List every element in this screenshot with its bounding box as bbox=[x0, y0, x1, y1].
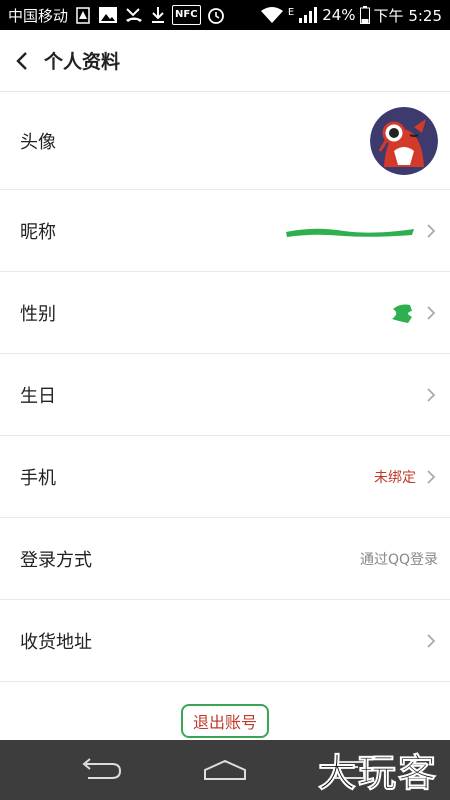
row-shipping-address[interactable]: 收货地址 bbox=[0, 600, 450, 682]
download-icon bbox=[150, 5, 166, 25]
redacted-nickname bbox=[286, 228, 414, 237]
network-type: E bbox=[287, 6, 295, 18]
back-nav-icon[interactable] bbox=[70, 754, 130, 786]
alarm-icon bbox=[207, 5, 225, 25]
row-phone[interactable]: 手机 未绑定 bbox=[0, 436, 450, 518]
row-label: 性别 bbox=[20, 303, 56, 325]
row-label: 手机 bbox=[20, 467, 56, 489]
page-title: 个人资料 bbox=[44, 51, 121, 73]
nfc-icon: NFC bbox=[172, 5, 201, 25]
chevron-right-icon bbox=[427, 633, 436, 648]
login-method-value: 通过QQ登录 bbox=[359, 551, 438, 568]
profile-list: 头像 昵称 性别 生日 手机 未绑定 登录方式 通过QQ登录 收货地址 bbox=[0, 92, 450, 682]
chevron-right-icon bbox=[427, 469, 436, 484]
row-gender[interactable]: 性别 bbox=[0, 272, 450, 354]
row-login-method: 登录方式 通过QQ登录 bbox=[0, 518, 450, 600]
header-bar: 个人资料 bbox=[0, 30, 450, 92]
signal-icon bbox=[298, 5, 318, 25]
row-label: 登录方式 bbox=[20, 549, 92, 571]
home-nav-icon[interactable] bbox=[195, 754, 255, 786]
redacted-gender bbox=[392, 304, 412, 323]
row-birthday[interactable]: 生日 bbox=[0, 354, 450, 436]
row-label: 收货地址 bbox=[20, 631, 92, 653]
chevron-right-icon bbox=[427, 305, 436, 320]
row-label: 昵称 bbox=[20, 221, 56, 243]
chevron-right-icon bbox=[427, 223, 436, 238]
phone-status: 未绑定 bbox=[374, 469, 416, 486]
watermark-logo: 大玩客 bbox=[317, 750, 438, 796]
row-nickname[interactable]: 昵称 bbox=[0, 190, 450, 272]
system-nav-bar: 大玩客 bbox=[0, 740, 450, 800]
battery-percent: 24% bbox=[322, 6, 356, 24]
warning-icon bbox=[74, 5, 92, 25]
clock-time: 下午 5:25 bbox=[373, 6, 442, 25]
wifi-icon bbox=[260, 5, 284, 25]
avatar[interactable] bbox=[370, 106, 438, 175]
carrier-name: 中国移动 bbox=[8, 6, 69, 25]
chevron-right-icon bbox=[427, 387, 436, 402]
image-icon bbox=[98, 5, 118, 25]
row-label: 头像 bbox=[20, 131, 56, 153]
row-avatar[interactable]: 头像 bbox=[0, 92, 450, 190]
battery-icon bbox=[359, 5, 370, 25]
back-arrow-icon bbox=[16, 51, 27, 70]
row-label: 生日 bbox=[20, 385, 56, 407]
logout-area: 退出账号 bbox=[0, 700, 450, 742]
missed-call-icon bbox=[124, 5, 144, 25]
logout-button[interactable]: 退出账号 bbox=[180, 704, 269, 738]
back-button[interactable] bbox=[0, 30, 44, 92]
status-bar: 中国移动 NFC E 24% 下午 5:25 bbox=[0, 0, 450, 30]
